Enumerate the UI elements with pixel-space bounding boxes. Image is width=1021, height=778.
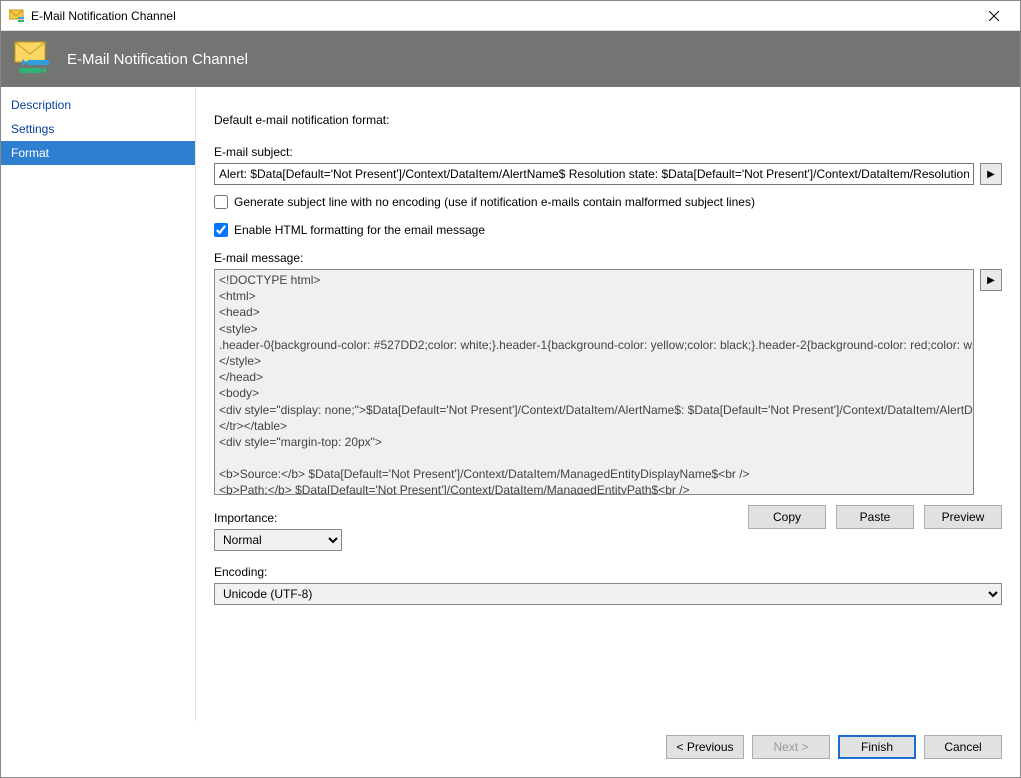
next-button: Next >	[752, 735, 830, 759]
message-variable-picker-button[interactable]: ▶	[980, 269, 1002, 291]
dialog-window: E-Mail Notification Channel E-Mail Notif…	[0, 0, 1021, 778]
encoding-label: Encoding:	[214, 565, 1002, 579]
no-encoding-checkbox[interactable]	[214, 195, 228, 209]
titlebar: E-Mail Notification Channel	[1, 1, 1020, 31]
intro-label: Default e-mail notification format:	[214, 113, 1002, 127]
body: Description Settings Format Default e-ma…	[1, 87, 1020, 721]
paste-button[interactable]: Paste	[836, 505, 914, 529]
enable-html-label: Enable HTML formatting for the email mes…	[234, 223, 485, 237]
banner-title: E-Mail Notification Channel	[67, 51, 248, 68]
mail-icon	[13, 40, 53, 79]
chevron-right-icon: ▶	[987, 275, 995, 286]
preview-button[interactable]: Preview	[924, 505, 1002, 529]
sidebar: Description Settings Format	[1, 87, 196, 721]
chevron-right-icon: ▶	[987, 169, 995, 180]
wizard-footer: < Previous Next > Finish Cancel	[1, 721, 1020, 777]
encoding-select[interactable]: Unicode (UTF-8)	[214, 583, 1002, 605]
subject-label: E-mail subject:	[214, 145, 1002, 159]
sidebar-item-format[interactable]: Format	[1, 141, 195, 165]
previous-button[interactable]: < Previous	[666, 735, 744, 759]
subject-variable-picker-button[interactable]: ▶	[980, 163, 1002, 185]
importance-label: Importance:	[214, 511, 342, 525]
importance-select[interactable]: Normal	[214, 529, 342, 551]
finish-button[interactable]: Finish	[838, 735, 916, 759]
banner: E-Mail Notification Channel	[1, 31, 1020, 87]
enable-html-checkbox-row[interactable]: Enable HTML formatting for the email mes…	[214, 223, 1002, 237]
main-panel: Default e-mail notification format: E-ma…	[196, 87, 1020, 721]
sidebar-item-description[interactable]: Description	[1, 93, 195, 117]
message-label: E-mail message:	[214, 251, 1002, 265]
enable-html-checkbox[interactable]	[214, 223, 228, 237]
close-button[interactable]	[971, 1, 1016, 30]
cancel-button[interactable]: Cancel	[924, 735, 1002, 759]
email-subject-input[interactable]	[214, 163, 974, 185]
window-title: E-Mail Notification Channel	[31, 9, 971, 23]
no-encoding-label: Generate subject line with no encoding (…	[234, 195, 755, 209]
sidebar-item-settings[interactable]: Settings	[1, 117, 195, 141]
app-icon	[9, 8, 25, 24]
no-encoding-checkbox-row[interactable]: Generate subject line with no encoding (…	[214, 195, 1002, 209]
email-message-textarea[interactable]	[214, 269, 974, 495]
copy-button[interactable]: Copy	[748, 505, 826, 529]
